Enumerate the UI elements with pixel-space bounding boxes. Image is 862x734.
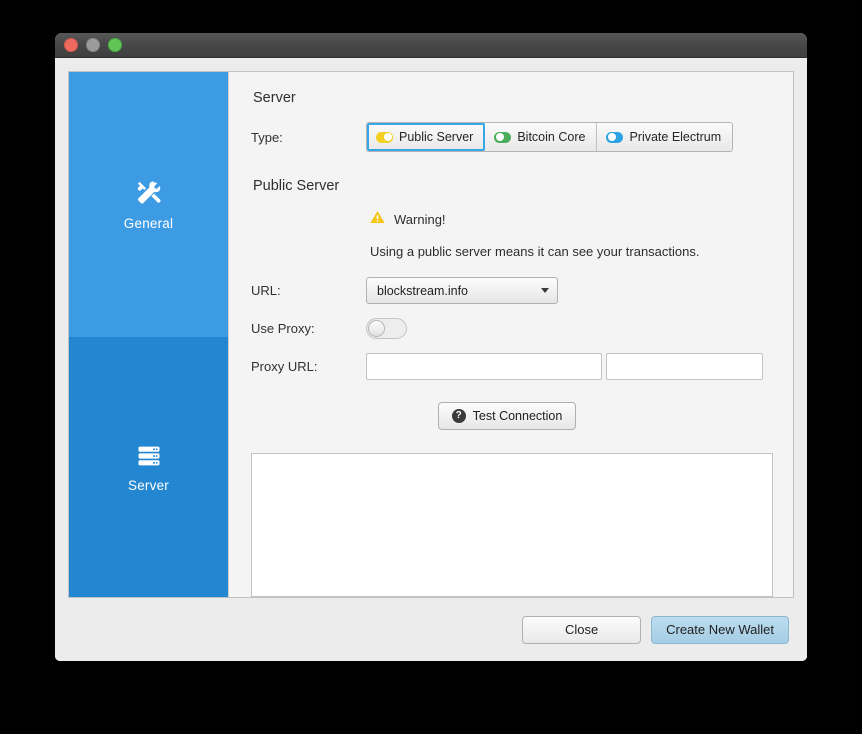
warning-description: Using a public server means it can see y… <box>370 244 700 259</box>
sidebar-item-server[interactable]: Server <box>69 337 228 597</box>
warning-label: Warning! <box>394 212 446 227</box>
sidebar-item-general-label: General <box>123 216 174 231</box>
warning-row: Warning! <box>370 210 773 229</box>
url-combobox-value: blockstream.info <box>377 283 469 298</box>
help-circle-icon: ? <box>451 409 466 423</box>
server-type-option-private-electrum[interactable]: Private Electrum <box>597 123 733 151</box>
server-type-segmented-control: Public Server Bitcoin Core Private Elect… <box>366 122 734 152</box>
chevron-down-icon <box>541 288 549 293</box>
use-proxy-toggle-knob <box>368 320 385 337</box>
public-server-section-title: Public Server <box>253 178 340 194</box>
proxy-host-input[interactable] <box>366 353 602 380</box>
proxy-port-input[interactable] <box>606 353 763 380</box>
test-connection-button[interactable]: ? Test Connection <box>437 402 577 430</box>
settings-sidebar: General Server <box>69 72 229 597</box>
test-connection-button-label: Test Connection <box>472 409 563 423</box>
use-proxy-toggle[interactable] <box>366 318 407 339</box>
server-type-option-bitcoin-core-label: Bitcoin Core <box>517 130 586 144</box>
use-proxy-row: Use Proxy: <box>251 318 773 339</box>
server-section-title: Server <box>253 90 296 106</box>
server-settings-pane: Server Type: Public Server Bitcoin Core … <box>229 72 793 597</box>
close-window-button[interactable] <box>64 38 78 52</box>
server-type-option-public-server[interactable]: Public Server <box>367 123 486 151</box>
toggle-blue-icon <box>606 131 624 143</box>
toggle-green-icon <box>494 131 512 143</box>
server-type-option-private-electrum-label: Private Electrum <box>629 130 722 144</box>
server-type-label: Type: <box>251 129 283 145</box>
server-type-row: Type: Public Server Bitcoin Core Private… <box>251 122 773 152</box>
test-connection-row: ? Test Connection <box>251 402 773 430</box>
app-window: General Server Server Type: Public Serve… <box>55 33 807 661</box>
server-type-option-public-server-label: Public Server <box>399 130 474 144</box>
toggle-yellow-icon <box>376 131 393 143</box>
proxy-url-row: Proxy URL: <box>251 353 773 380</box>
url-label: URL: <box>251 283 281 298</box>
url-combobox[interactable]: blockstream.info <box>366 277 558 304</box>
create-new-wallet-button[interactable]: Create New Wallet <box>651 615 789 644</box>
maximize-window-button[interactable] <box>108 38 122 52</box>
sidebar-item-server-label: Server <box>128 477 169 493</box>
dialog-footer: Close Create New Wallet <box>55 598 807 661</box>
warning-triangle-icon <box>370 210 385 229</box>
proxy-url-label: Proxy URL: <box>251 359 318 374</box>
screen: General Server Server Type: Public Serve… <box>0 0 862 734</box>
use-proxy-label: Use Proxy: <box>251 321 315 336</box>
minimize-window-button[interactable] <box>86 38 100 52</box>
url-row: URL: blockstream.info <box>251 277 773 304</box>
settings-split-pane: General Server Server Type: Public Serve… <box>68 71 794 598</box>
server-rack-icon <box>135 442 163 470</box>
close-button[interactable]: Close <box>522 615 642 644</box>
server-type-option-bitcoin-core[interactable]: Bitcoin Core <box>485 123 598 151</box>
sidebar-item-general[interactable]: General <box>69 72 228 337</box>
window-titlebar <box>55 33 807 58</box>
window-body: General Server Server Type: Public Serve… <box>55 58 807 661</box>
connection-log-textarea[interactable] <box>251 453 773 597</box>
tools-icon <box>134 178 164 208</box>
